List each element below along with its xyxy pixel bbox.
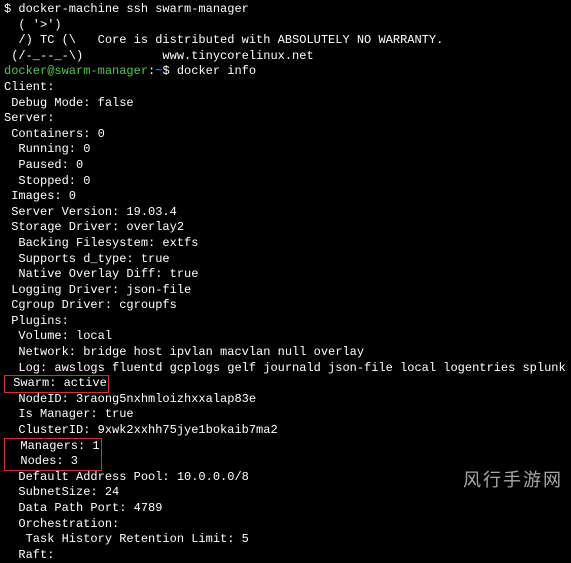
output-line: Storage Driver: overlay2 (4, 220, 567, 236)
swarm-active-highlight: Swarm: active (4, 375, 109, 393)
shell-command-line: $ docker-machine ssh swarm-manager (4, 2, 567, 18)
output-line: Backing Filesystem: extfs (4, 236, 567, 252)
output-line: Log: awslogs fluentd gcplogs gelf journa… (4, 361, 567, 377)
output-line: Volume: local (4, 329, 567, 345)
command-output: Client: Debug Mode: falseServer: Contain… (4, 80, 567, 376)
managers-nodes-line: Managers: 1 Nodes: 3 (4, 439, 567, 470)
shell-command-text: docker info (177, 64, 256, 78)
output-line: Logging Driver: json-file (4, 283, 567, 299)
output-line: Paused: 0 (4, 158, 567, 174)
nodes-count: Nodes: 3 (6, 454, 78, 468)
output-line: Containers: 0 (4, 127, 567, 143)
output-line: NodeID: 3raong5nxhmloizhxxalap83e (4, 392, 567, 408)
prompt-user-host: docker@swarm-manager (4, 64, 148, 78)
output-line: Images: 0 (4, 189, 567, 205)
output-line: Server Version: 19.03.4 (4, 205, 567, 221)
shell-prompt-line[interactable]: docker@swarm-manager:~$ docker info (4, 64, 567, 80)
output-line: Data Path Port: 4789 (4, 501, 567, 517)
watermark-text: 风行手游网 (463, 469, 563, 492)
output-line: Supports d_type: true (4, 252, 567, 268)
output-line: Orchestration: (4, 517, 567, 533)
output-line: ClusterID: 9xwk2xxhh75jye1bokaib7ma2 (4, 423, 567, 439)
output-line: Task History Retention Limit: 5 (4, 532, 567, 548)
output-line: Client: (4, 80, 567, 96)
prompt-end: $ (162, 64, 176, 78)
managers-nodes-highlight: Managers: 1 Nodes: 3 (4, 438, 102, 471)
managers-count: Managers: 1 (6, 439, 100, 453)
output-line: Running: 0 (4, 142, 567, 158)
output-line: Cgroup Driver: cgroupfs (4, 298, 567, 314)
output-line: Is Manager: true (4, 407, 567, 423)
swarm-status-line: Swarm: active (4, 376, 567, 392)
output-line: Native Overlay Diff: true (4, 267, 567, 283)
ascii-art-line: ( '>') (4, 18, 567, 34)
output-line: Raft: (4, 548, 567, 563)
output-line: Network: bridge host ipvlan macvlan null… (4, 345, 567, 361)
output-line: Server: (4, 111, 567, 127)
output-line: Stopped: 0 (4, 174, 567, 190)
ascii-art-line: (/-_--_-\) www.tinycorelinux.net (4, 49, 567, 65)
output-line: Debug Mode: false (4, 96, 567, 112)
ascii-art-line: /) TC (\ Core is distributed with ABSOLU… (4, 33, 567, 49)
output-line: Plugins: (4, 314, 567, 330)
